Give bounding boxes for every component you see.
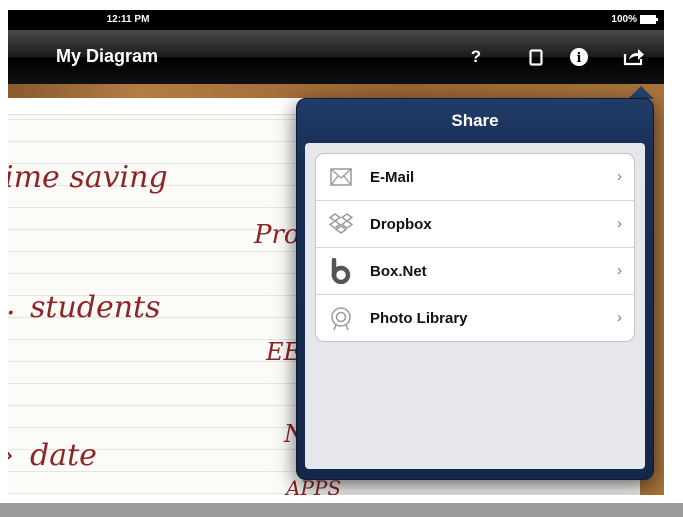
note-text: ime saving xyxy=(8,160,168,195)
help-button[interactable]: ? xyxy=(463,44,489,70)
box-net-icon xyxy=(326,256,356,286)
info-button[interactable]: i xyxy=(566,44,592,70)
page-button[interactable] xyxy=(523,44,549,70)
battery-percent: 100% xyxy=(611,14,637,25)
svg-text:i: i xyxy=(577,51,582,66)
status-time: 12:11 PM xyxy=(106,14,150,25)
chevron-right-icon: › xyxy=(617,262,622,279)
status-bar: 12:11 PM 100% xyxy=(8,10,664,30)
note-text: › xyxy=(8,438,14,473)
battery-icon xyxy=(640,15,658,24)
share-option-label: Dropbox xyxy=(370,215,432,233)
dropbox-icon xyxy=(326,209,356,239)
note-text: Pro xyxy=(254,220,300,250)
note-text: students xyxy=(30,290,161,325)
note-text: date xyxy=(30,438,97,473)
share-option-label: Box.Net xyxy=(370,262,427,280)
page-title: My Diagram xyxy=(56,46,159,66)
envelope-icon xyxy=(326,162,356,192)
note-text: · xyxy=(8,296,16,331)
chevron-right-icon: › xyxy=(617,215,622,232)
info-icon: i xyxy=(570,48,588,66)
share-option-email[interactable]: E-Mail › xyxy=(316,154,634,201)
share-options-list: E-Mail › Dropbox › Box.Net › Photo Libra… xyxy=(315,153,635,342)
device-bottom-edge xyxy=(0,503,683,517)
chevron-right-icon: › xyxy=(617,168,622,185)
share-option-label: E-Mail xyxy=(370,168,415,186)
popover-content: E-Mail › Dropbox › Box.Net › Photo Libra… xyxy=(305,143,645,469)
popover-title: Share xyxy=(451,111,499,130)
share-option-label: Photo Library xyxy=(370,309,468,327)
photo-library-icon xyxy=(326,303,356,333)
ipad-screen: 12:11 PM 100% My Diagram ? i ime saving … xyxy=(8,10,664,495)
chevron-right-icon: › xyxy=(617,309,622,326)
share-icon xyxy=(623,49,644,66)
share-button[interactable] xyxy=(621,44,647,70)
share-option-dropbox[interactable]: Dropbox › xyxy=(316,201,634,248)
battery-indicator: 100% xyxy=(611,14,658,25)
page-icon xyxy=(529,48,543,66)
share-option-box-net[interactable]: Box.Net › xyxy=(316,248,634,295)
share-option-photo-library[interactable]: Photo Library › xyxy=(316,295,634,341)
navigation-bar: My Diagram ? i xyxy=(8,30,664,84)
share-popover: Share E-Mail › Dropbox › Box.Net › Photo… xyxy=(296,98,654,480)
